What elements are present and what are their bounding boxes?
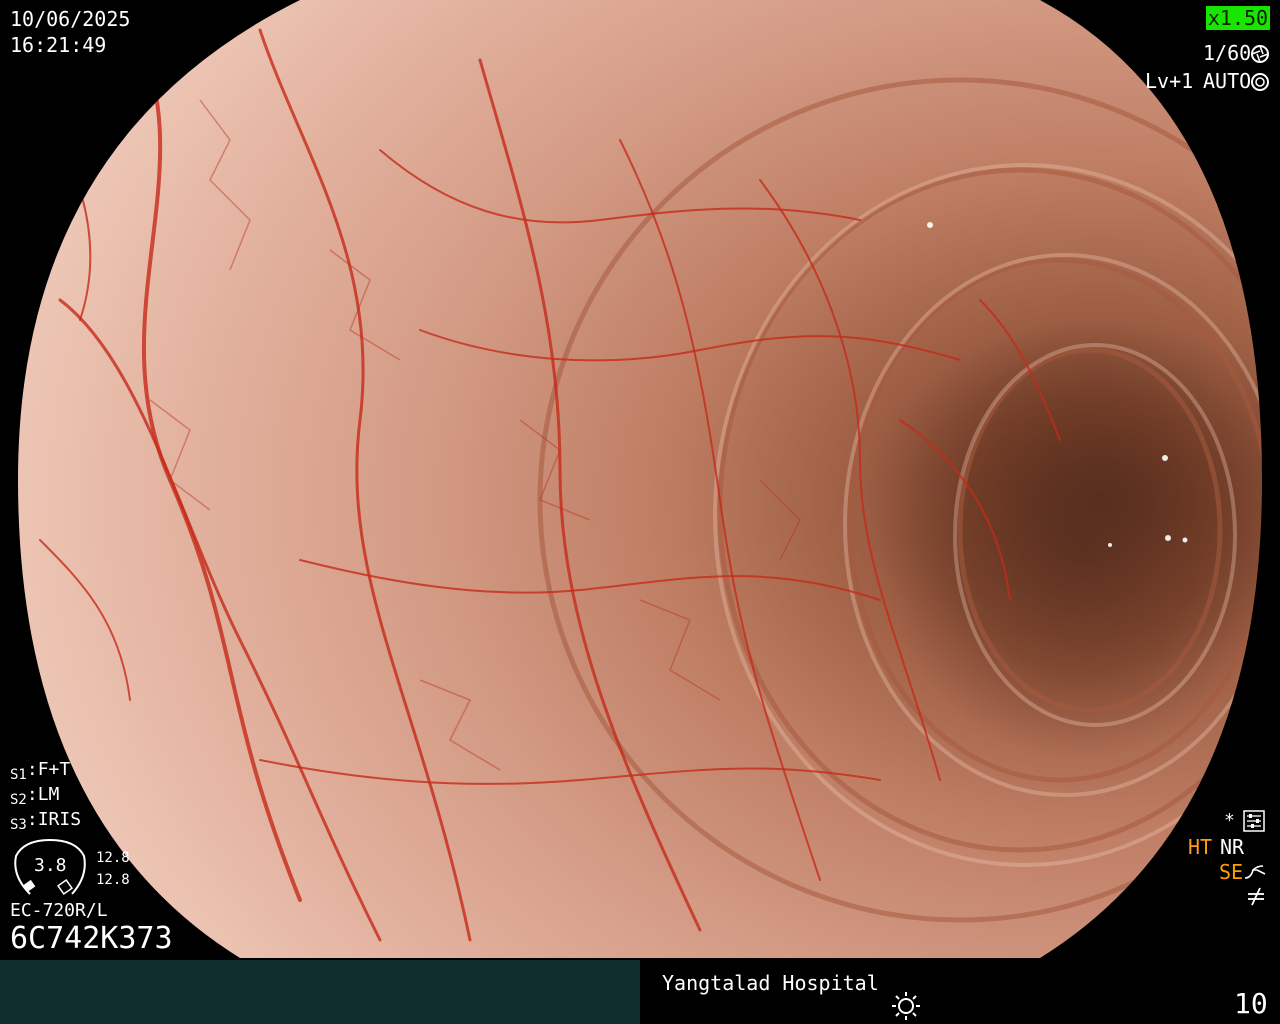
info-bar-right: Yangtalad Hospital 10 <box>640 960 1280 1024</box>
enhance-level: Lv+1 <box>1145 69 1194 93</box>
switch-s2: S2:LM <box>10 784 60 808</box>
not-equal-icon <box>1246 886 1266 910</box>
exam-date: 10/06/2025 <box>10 7 131 31</box>
shutter-speed: 1/60 <box>1203 41 1252 65</box>
info-bar-left <box>0 960 640 1024</box>
scope-value-bottom: 12.8 <box>96 872 130 888</box>
se-indicator: SE <box>1219 860 1244 884</box>
switch-s1: S1:F+T <box>10 759 71 783</box>
colon-lumen-image <box>18 0 1262 958</box>
switch-s3: S3:IRIS <box>10 809 82 833</box>
image-counter: 10 <box>1234 987 1268 1020</box>
scope-model: EC-720R/L <box>10 900 108 921</box>
ht-indicator: HT <box>1188 835 1213 859</box>
switch-key: S2 <box>10 792 27 808</box>
switch-key: S1 <box>10 767 27 783</box>
settings-sliders-icon <box>1243 810 1265 836</box>
endoscopy-screen: 10/06/2025 16:21:49 x1.50 1/60 Lv+1 AUTO… <box>0 0 1280 1024</box>
status-star: * <box>1224 810 1235 831</box>
zoom-badge: x1.50 <box>1206 6 1270 30</box>
scope-serial: 6C742K373 <box>10 921 173 956</box>
shutter-icon <box>1250 43 1270 64</box>
switch-value: LM <box>37 784 60 805</box>
switch-value: IRIS <box>37 809 82 830</box>
structure-enhance-icon <box>1243 862 1267 886</box>
iris-mode: AUTO <box>1203 69 1252 93</box>
sun-icon <box>890 990 922 1024</box>
nr-indicator: NR <box>1220 835 1245 859</box>
scope-center-value: 3.8 <box>34 855 67 876</box>
switch-value: F+T <box>37 759 71 780</box>
hospital-name: Yangtalad Hospital <box>662 971 879 995</box>
scope-value-top: 12.8 <box>96 850 130 866</box>
endoscope-view <box>0 0 1280 960</box>
exam-time: 16:21:49 <box>10 33 107 57</box>
switch-key: S3 <box>10 817 27 833</box>
scope-gauge: 3.8 <box>10 836 90 898</box>
iris-icon <box>1250 71 1270 92</box>
